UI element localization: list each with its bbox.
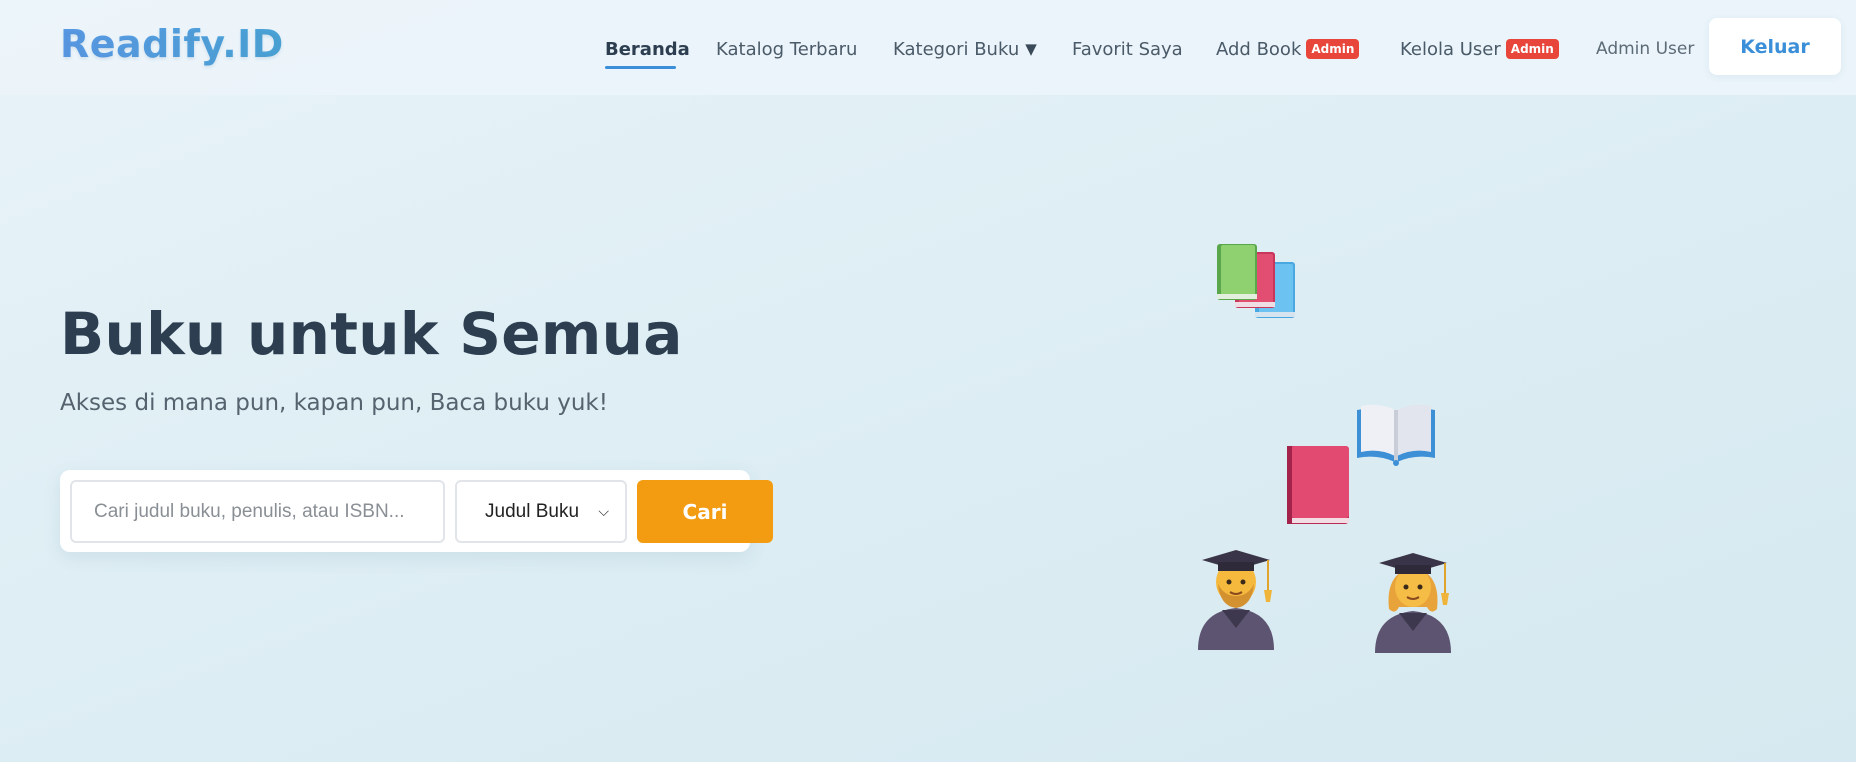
nav-label: Kelola User [1400, 38, 1501, 60]
books-stack-icon [1217, 244, 1295, 318]
user-name: Admin User [1596, 39, 1695, 59]
woman-student-icon [1375, 553, 1451, 653]
search-input[interactable] [70, 480, 445, 543]
search-button[interactable]: Cari [637, 480, 773, 543]
admin-badge: Admin [1306, 39, 1360, 59]
open-book-icon [1357, 404, 1435, 466]
nav-item-kelola-user[interactable]: Kelola User Admin [1400, 36, 1559, 62]
hero-subtitle: Akses di mana pun, kapan pun, Baca buku … [60, 390, 608, 416]
brand-logo[interactable]: Readify.ID [60, 22, 284, 66]
caret-down-icon: ▼ [1025, 40, 1037, 58]
hero-title: Buku untuk Semua [60, 300, 683, 368]
nav-label: Beranda [605, 38, 690, 60]
search-filter-select[interactable]: Judul Buku ⌵ [455, 480, 627, 543]
nav-item-favorit-saya[interactable]: Favorit Saya [1072, 36, 1183, 62]
admin-badge: Admin [1505, 39, 1559, 59]
chevron-down-icon: ⌵ [598, 503, 609, 519]
active-nav-indicator [605, 66, 676, 69]
nav-label: Add Book [1216, 38, 1302, 60]
nav-label: Katalog Terbaru [716, 38, 858, 60]
navbar: Readify.ID Beranda Katalog Terbaru Kateg… [0, 0, 1856, 95]
nav-label: Favorit Saya [1072, 38, 1183, 60]
logout-button[interactable]: Keluar [1709, 18, 1841, 75]
nav-item-beranda[interactable]: Beranda [605, 36, 690, 62]
nav-item-add-book[interactable]: Add Book Admin [1216, 36, 1360, 62]
search-filter-value: Judul Buku [485, 500, 580, 522]
nav-item-katalog-terbaru[interactable]: Katalog Terbaru [716, 36, 857, 62]
man-student-icon [1198, 550, 1274, 650]
search-box: Judul Buku ⌵ Cari [60, 470, 773, 552]
nav-item-kategori-buku[interactable]: Kategori Buku ▼ [893, 36, 1037, 62]
nav-label: Kategori Buku [893, 38, 1020, 60]
closed-book-icon [1287, 446, 1349, 524]
